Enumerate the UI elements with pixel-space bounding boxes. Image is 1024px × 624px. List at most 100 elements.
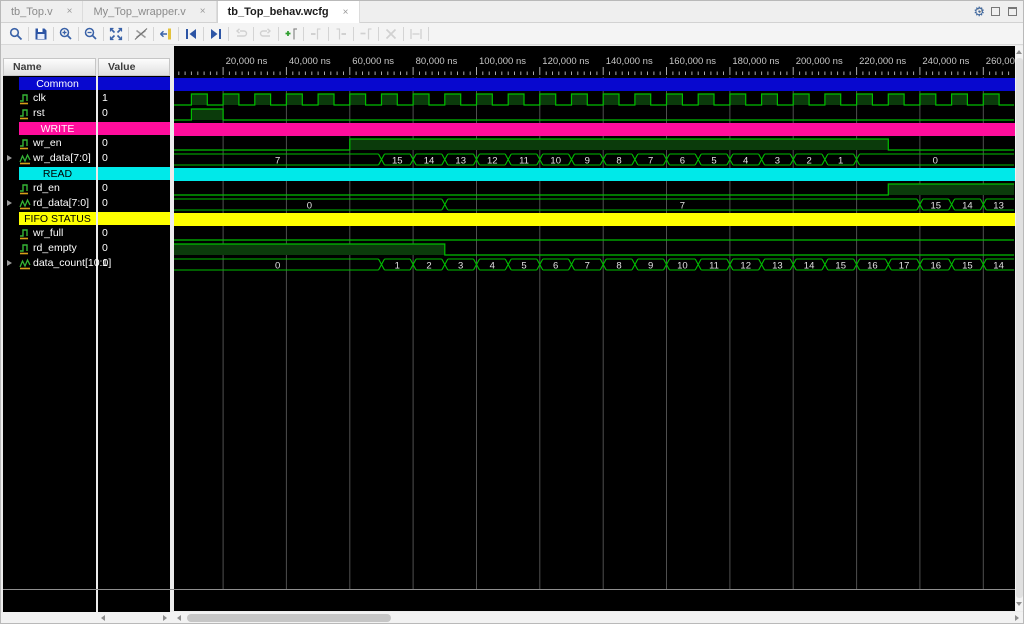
svg-text:200,000 ns: 200,000 ns <box>796 56 843 67</box>
go-to-time-end-button[interactable] <box>205 25 227 43</box>
vscroll-down-icon[interactable] <box>1016 602 1022 606</box>
zoom-in-button[interactable] <box>55 25 77 43</box>
vscroll-up-icon[interactable] <box>1016 50 1022 54</box>
name-header-label: Name <box>13 61 42 73</box>
wave-divider-Common <box>174 78 1015 91</box>
tab-close-icon[interactable]: × <box>200 6 206 17</box>
signal-row-rd_data[7:0][interactable]: rd_data[7:0] 0 <box>3 196 171 211</box>
tab-bar: tb_Top.v × My_Top_wrapper.v × tb_Top_behav.w… <box>1 1 1023 23</box>
add-marker-icon <box>285 27 297 39</box>
find-button[interactable] <box>5 25 27 43</box>
wave-vscroll[interactable] <box>1015 46 1023 611</box>
remove-marker-button[interactable] <box>355 25 377 43</box>
svg-text:8: 8 <box>616 261 621 272</box>
redo-zoom-button[interactable] <box>255 25 277 43</box>
swap-cursors-button[interactable] <box>405 25 427 43</box>
svg-text:13: 13 <box>993 201 1004 212</box>
expander-icon[interactable] <box>7 200 12 206</box>
svg-text:80,000 ns: 80,000 ns <box>416 56 458 67</box>
next-marker-button[interactable] <box>330 25 352 43</box>
float-icon[interactable] <box>1008 7 1017 16</box>
go-to-time-start-icon <box>186 28 196 39</box>
redo-zoom-icon <box>259 27 272 37</box>
svg-text:240,000 ns: 240,000 ns <box>922 56 969 67</box>
name-column-header[interactable]: Name <box>3 58 96 76</box>
toolbar-separator <box>153 26 154 41</box>
value-column-header[interactable]: Value <box>98 58 170 76</box>
find-icon <box>9 27 23 40</box>
divider-row-WRITE[interactable]: WRITE <box>3 121 171 136</box>
divider-value-bar <box>98 122 170 135</box>
zoom-to-cursor-button[interactable] <box>130 25 152 43</box>
maximize-icon[interactable] <box>991 7 1000 16</box>
divider-row-READ[interactable]: READ <box>3 166 171 181</box>
signal-row-rd_en[interactable]: rd_en 0 <box>3 181 171 196</box>
signal-row-wr_data[7:0][interactable]: wr_data[7:0] 0 <box>3 151 171 166</box>
signal-name-label: rd_data[7:0] <box>33 197 90 209</box>
tab-tb_Top_behav.wcfg[interactable]: tb_Top_behav.wcfg × <box>216 1 360 23</box>
signal-name-label: clk <box>33 92 46 104</box>
wave-hscroll-thumb[interactable] <box>187 614 391 622</box>
undo-zoom-button[interactable] <box>230 25 252 43</box>
divider-row-Common[interactable]: Common <box>3 76 171 91</box>
toolbar-separator <box>428 26 429 41</box>
tab-close-icon[interactable]: × <box>67 6 73 17</box>
svg-text:0: 0 <box>307 201 312 212</box>
tab-My_Top_wrapper.v[interactable]: My_Top_wrapper.v × <box>83 1 217 22</box>
svg-text:13: 13 <box>772 261 783 272</box>
divider-value-bar <box>98 167 170 180</box>
toolbar-separator <box>278 26 279 41</box>
signal-row-wr_en[interactable]: wr_en 0 <box>3 136 171 151</box>
previous-transition-button[interactable] <box>155 25 177 43</box>
tab-label: tb_Top.v <box>11 5 53 18</box>
wave-hscroll-left-icon[interactable] <box>177 615 181 621</box>
signal-name-label: rst <box>33 107 45 119</box>
wave-hscroll-right-icon[interactable] <box>1015 615 1019 621</box>
divider-row-FIFO STATUS[interactable]: FIFO STATUS <box>3 211 171 226</box>
svg-text:7: 7 <box>648 156 653 167</box>
previous-marker-icon <box>311 27 321 39</box>
svg-text:260,000 ns: 260,000 ns <box>986 56 1015 67</box>
waveform-canvas[interactable]: 20,000 ns 40,000 ns 60,000 ns 80,000 ns 100,… <box>174 46 1023 611</box>
go-to-time-start-button[interactable] <box>180 25 202 43</box>
svg-text:17: 17 <box>899 261 910 272</box>
gear-icon[interactable]: ⚙ <box>973 4 985 20</box>
names-hscroll-left-icon[interactable] <box>101 615 105 621</box>
expander-icon[interactable] <box>7 260 12 266</box>
svg-text:1: 1 <box>395 261 400 272</box>
save-waveform-button[interactable] <box>30 25 52 43</box>
delete-all-markers-button[interactable] <box>380 25 402 43</box>
expander-icon[interactable] <box>7 155 12 161</box>
zoom-in-icon <box>59 27 72 40</box>
signal-value-label: 0 <box>102 107 108 119</box>
svg-text:11: 11 <box>709 261 719 272</box>
signal-name-label: rd_empty <box>33 242 77 254</box>
toolbar-separator <box>203 26 204 41</box>
add-marker-button[interactable] <box>280 25 302 43</box>
signal-row-rd_empty[interactable]: rd_empty 0 <box>3 241 171 256</box>
zoom-fit-button[interactable] <box>105 25 127 43</box>
svg-text:15: 15 <box>962 261 973 272</box>
previous-marker-button[interactable] <box>305 25 327 43</box>
signal-row-rst[interactable]: rst 0 <box>3 106 171 121</box>
signal-row-clk[interactable]: clk 1 <box>3 91 171 106</box>
signal-row-wr_full[interactable]: wr_full 0 <box>3 226 171 241</box>
svg-text:160,000 ns: 160,000 ns <box>669 56 716 67</box>
tab-tb_Top.v[interactable]: tb_Top.v × <box>1 1 84 22</box>
zoom-out-button[interactable] <box>80 25 102 43</box>
svg-text:6: 6 <box>680 156 685 167</box>
wave-divider-READ <box>174 168 1015 181</box>
tab-close-icon[interactable]: × <box>343 7 349 18</box>
bit-signal-icon <box>20 139 28 150</box>
wave-vscroll-thumb[interactable] <box>1016 58 1023 598</box>
svg-text:7: 7 <box>680 201 685 212</box>
bottom-scrollbar-area <box>1 612 1023 623</box>
names-hscroll-right-icon[interactable] <box>163 615 167 621</box>
signal-row-data_count[10:0][interactable]: data_count[10:0] 1 <box>3 256 171 271</box>
svg-text:12: 12 <box>487 156 498 167</box>
bus-signal-icon <box>19 153 31 165</box>
wave-panel: 20,000 ns 40,000 ns 60,000 ns 80,000 ns 100,… <box>174 46 1023 611</box>
svg-text:5: 5 <box>711 156 716 167</box>
bit-signal-icon <box>20 94 28 105</box>
signal-value-label: 0 <box>102 152 108 164</box>
